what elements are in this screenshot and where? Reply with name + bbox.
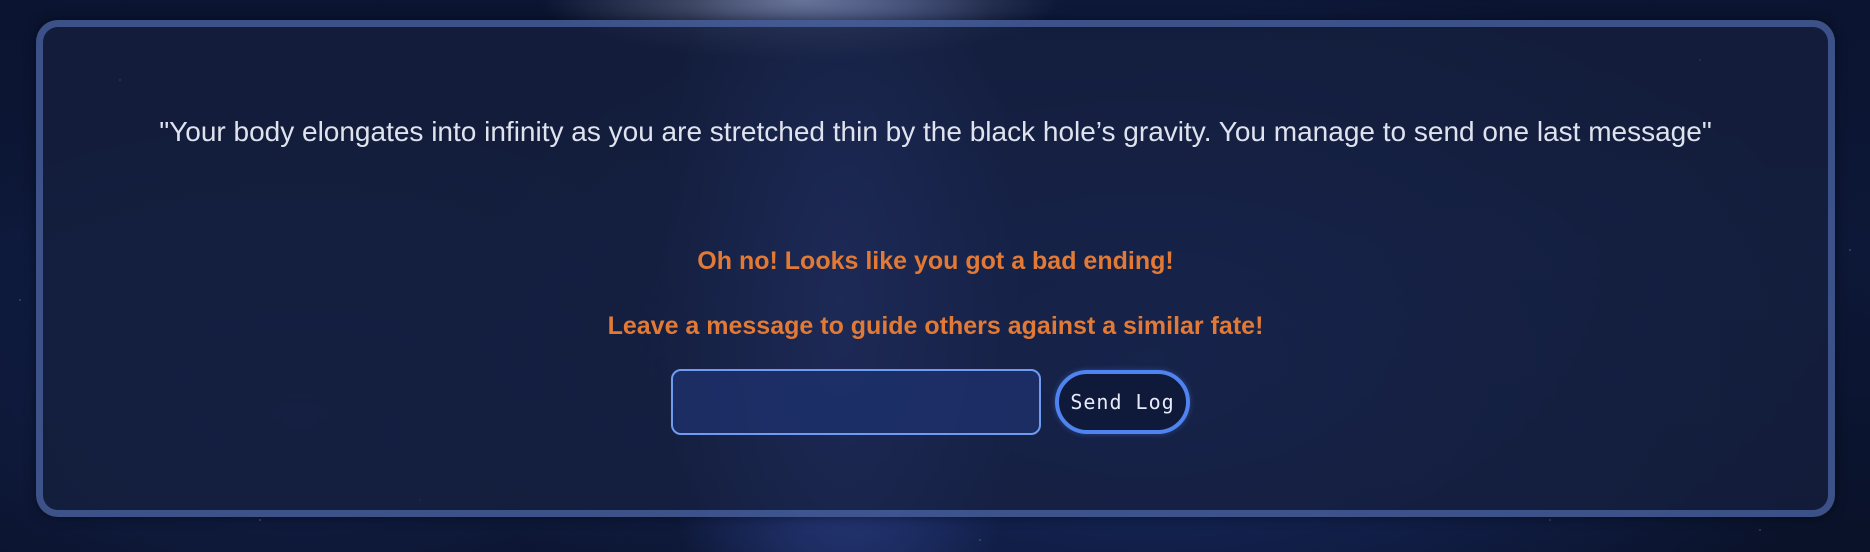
bad-ending-message: Oh no! Looks like you got a bad ending! [697, 247, 1174, 275]
story-text: "Your body elongates into infinity as yo… [159, 116, 1712, 147]
log-message-input[interactable] [671, 369, 1041, 435]
ending-panel: "Your body elongates into infinity as yo… [36, 20, 1835, 517]
log-form: Send Log [671, 369, 1190, 435]
send-log-button[interactable]: Send Log [1055, 370, 1190, 434]
guide-prompt: Leave a message to guide others against … [607, 312, 1264, 340]
